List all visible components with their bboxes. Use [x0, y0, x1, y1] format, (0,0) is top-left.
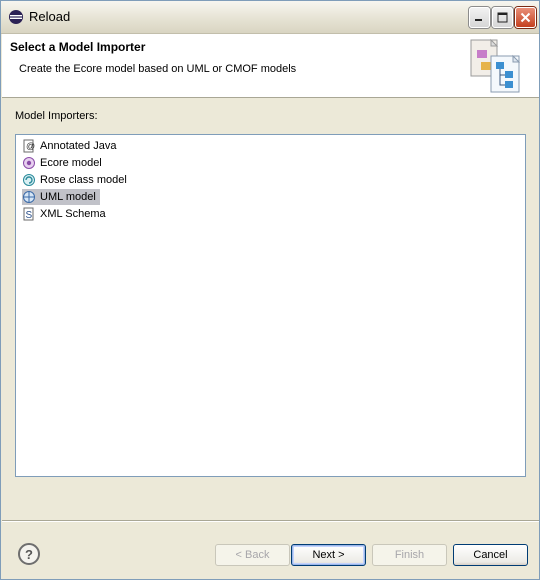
- uml-icon: [23, 191, 35, 203]
- back-button[interactable]: < Back: [215, 544, 290, 566]
- close-button[interactable]: [515, 7, 536, 28]
- list-item-label: Annotated Java: [40, 140, 117, 152]
- list-item-ecore-model[interactable]: Ecore model: [22, 155, 106, 171]
- finish-button[interactable]: Finish: [372, 544, 447, 566]
- title-bar[interactable]: Reload: [1, 1, 539, 34]
- list-item-label: UML model: [40, 191, 96, 203]
- maximize-button[interactable]: [492, 7, 513, 28]
- page-title: Select a Model Importer: [10, 40, 146, 54]
- window-title: Reload: [29, 9, 71, 24]
- minimize-button[interactable]: [469, 7, 490, 28]
- java-annotation-icon: @: [23, 139, 35, 153]
- ecore-icon: [23, 157, 35, 169]
- model-importers-list[interactable]: @ Annotated Java Ecore model Rose class …: [15, 134, 526, 477]
- rose-icon: [23, 174, 35, 186]
- wizard-banner: Select a Model Importer Create the Ecore…: [2, 34, 539, 98]
- eclipse-icon: [9, 10, 23, 24]
- cancel-button[interactable]: Cancel: [453, 544, 528, 566]
- reload-dialog: Reload Select a Model Importer Create th…: [0, 0, 540, 580]
- page-description: Create the Ecore model based on UML or C…: [19, 63, 297, 75]
- list-item-annotated-java[interactable]: @ Annotated Java: [22, 138, 120, 154]
- minimize-icon: [475, 19, 482, 21]
- model-importers-label: Model Importers:: [15, 110, 98, 122]
- next-button[interactable]: Next >: [291, 544, 366, 566]
- list-item-rose-class-model[interactable]: Rose class model: [22, 172, 131, 188]
- list-item-label: Ecore model: [40, 157, 102, 169]
- help-button[interactable]: ?: [18, 543, 40, 565]
- help-icon: ?: [25, 546, 33, 562]
- list-item-label: XML Schema: [40, 208, 106, 220]
- model-importer-graphic-icon: [470, 38, 521, 93]
- footer-divider: [2, 520, 539, 522]
- xml-schema-icon: S: [23, 207, 34, 221]
- list-item-xml-schema[interactable]: S XML Schema: [22, 206, 110, 222]
- svg-text:S: S: [26, 210, 33, 221]
- list-item-uml-model[interactable]: UML model: [22, 189, 100, 205]
- svg-text:@: @: [26, 141, 35, 151]
- close-icon: [520, 12, 531, 23]
- maximize-icon: [497, 12, 508, 23]
- list-item-label: Rose class model: [40, 174, 127, 186]
